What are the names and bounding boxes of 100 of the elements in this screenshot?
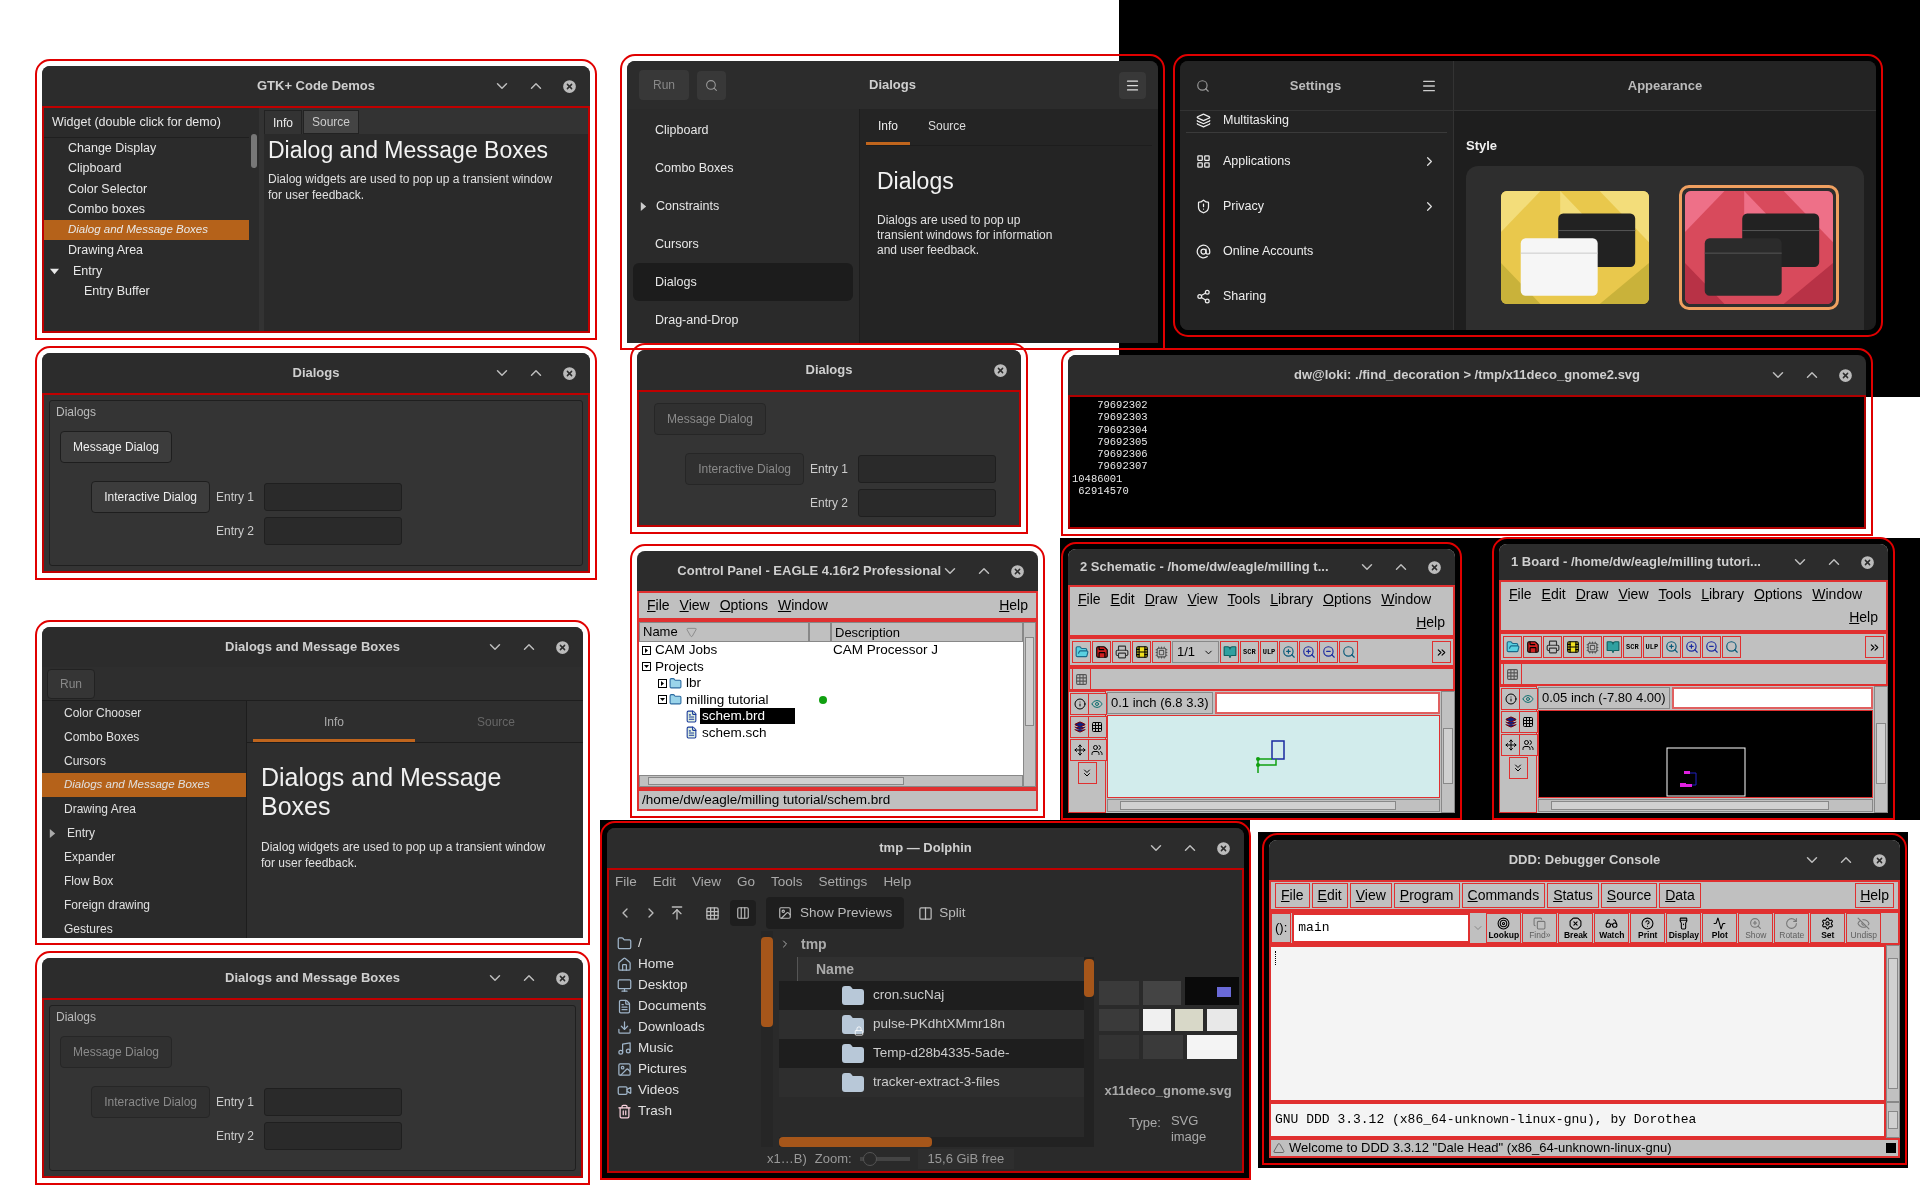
toolbar-button[interactable]: [1132, 641, 1151, 663]
menu-item[interactable]: View: [1349, 883, 1392, 908]
list-item[interactable]: Cursors: [42, 749, 246, 773]
breadcrumb[interactable]: tmp: [801, 933, 827, 955]
place-item[interactable]: Trash: [617, 1101, 761, 1122]
split-button[interactable]: Split: [914, 902, 970, 924]
expander-icon[interactable]: [658, 695, 667, 705]
tab[interactable]: Info: [866, 109, 910, 145]
menu-item[interactable]: Tools: [1654, 583, 1696, 606]
expander-icon[interactable]: [642, 645, 651, 655]
tree-item[interactable]: schem.brd: [700, 708, 796, 725]
expander-icon[interactable]: [658, 678, 667, 688]
menu-item[interactable]: Help: [995, 594, 1032, 617]
list-item[interactable]: Drawing Area: [42, 797, 246, 821]
canvas[interactable]: [1107, 715, 1440, 798]
icons-view-icon[interactable]: [705, 905, 720, 921]
menu-item[interactable]: Data: [1659, 883, 1701, 908]
menu-item[interactable]: File: [1074, 588, 1105, 611]
menu-item[interactable]: Window: [1377, 588, 1436, 611]
list-item[interactable]: Entry Buffer: [44, 281, 249, 302]
expander-icon[interactable]: [642, 662, 651, 672]
list-item[interactable]: Constraints: [633, 187, 853, 225]
tool-button[interactable]: Print: [1630, 913, 1666, 943]
place-item[interactable]: /: [617, 933, 761, 954]
list-item[interactable]: Flow Box: [42, 869, 246, 893]
toolbar-button[interactable]: [1432, 641, 1451, 663]
menu-item[interactable]: Help: [1412, 611, 1449, 634]
menu-item[interactable]: Program: [1393, 883, 1460, 908]
list-item[interactable]: Combo boxes: [44, 199, 249, 220]
search-icon[interactable]: [1196, 78, 1210, 93]
close-icon[interactable]: [992, 361, 1009, 379]
menu-item[interactable]: View: [692, 872, 722, 893]
menu-item[interactable]: Options: [715, 594, 772, 617]
place-item[interactable]: Home: [617, 954, 761, 975]
place-item[interactable]: Music: [617, 1038, 761, 1059]
scrollbar[interactable]: [1023, 622, 1036, 787]
scrollbar[interactable]: [1107, 799, 1440, 812]
menu-item[interactable]: Edit: [1537, 583, 1570, 606]
scrollbar[interactable]: [761, 931, 773, 1147]
menu-item[interactable]: Edit: [1106, 588, 1139, 611]
category-item[interactable]: Online Accounts: [1186, 242, 1447, 261]
expander-icon[interactable]: [48, 828, 57, 838]
close-icon[interactable]: [1859, 553, 1876, 571]
close-icon[interactable]: [561, 364, 578, 382]
file-row[interactable]: tracker-extract-3-files: [779, 1068, 1084, 1097]
list-item[interactable]: Clipboard: [44, 158, 249, 179]
toolbar-button[interactable]: [1092, 641, 1111, 663]
menu-item[interactable]: Draw: [1571, 583, 1613, 606]
menu-item[interactable]: File: [643, 594, 674, 617]
menu-item[interactable]: Help: [883, 872, 912, 893]
close-icon[interactable]: [1871, 851, 1888, 869]
category-item[interactable]: Applications: [1186, 152, 1447, 171]
up-icon[interactable]: [669, 905, 685, 921]
scrollbar[interactable]: [779, 1137, 1084, 1147]
scrollbar[interactable]: [1886, 945, 1900, 1102]
menu-item[interactable]: Options: [1750, 583, 1807, 606]
file-row[interactable]: pulse-PKdhtXMmr18n: [779, 1010, 1084, 1039]
close-icon[interactable]: [1009, 562, 1026, 580]
list-item[interactable]: Drag-and-Drop: [633, 301, 853, 339]
scrollbar[interactable]: [1441, 691, 1455, 813]
close-icon[interactable]: [1426, 558, 1443, 576]
menu-item[interactable]: View: [675, 594, 714, 617]
tree-item[interactable]: lbr: [684, 675, 703, 692]
tool-button[interactable]: Plot: [1702, 913, 1738, 943]
menu-item[interactable]: Edit: [652, 872, 677, 893]
menu-item[interactable]: Source: [1600, 883, 1658, 908]
scrollbar[interactable]: [1538, 799, 1873, 812]
close-icon[interactable]: [554, 969, 571, 987]
close-icon[interactable]: [561, 77, 578, 95]
scrollbar[interactable]: [249, 108, 259, 331]
list-item[interactable]: Dialog and Message Boxes: [44, 219, 249, 241]
menu-item[interactable]: View: [1614, 583, 1653, 606]
menu-item[interactable]: File: [1275, 883, 1310, 908]
list-item[interactable]: Dialogs: [633, 263, 853, 301]
toolbar-button[interactable]: [1523, 636, 1542, 658]
menu-item[interactable]: Go: [737, 872, 756, 893]
menu-item[interactable]: View: [1183, 588, 1222, 611]
toolbar-button[interactable]: [1112, 641, 1131, 663]
list-item[interactable]: Entry: [44, 260, 249, 282]
tab[interactable]: Source: [916, 109, 979, 145]
list-item[interactable]: Color Chooser: [42, 701, 246, 725]
file-row[interactable]: Temp-d28b4335-5ade-: [779, 1039, 1084, 1068]
place-item[interactable]: Documents: [617, 996, 761, 1017]
category-item[interactable]: Sharing: [1186, 287, 1447, 306]
console[interactable]: GNU DDD 3.3.12 (x86_64-unknown-linux-gnu), by Dorothea: [1269, 1102, 1886, 1138]
close-icon[interactable]: [554, 638, 571, 656]
argument-field[interactable]: main: [1292, 913, 1471, 943]
command-field[interactable]: [1671, 687, 1873, 709]
list-item[interactable]: Cursors: [633, 225, 853, 263]
column-header[interactable]: Description: [831, 622, 1023, 642]
page-combo[interactable]: 1/1: [1172, 641, 1220, 663]
canvas[interactable]: [1538, 710, 1873, 798]
dialog-button[interactable]: Message Dialog: [60, 431, 173, 463]
tab[interactable]: Info: [253, 701, 415, 742]
source-area[interactable]: [1269, 945, 1886, 1102]
menu-item[interactable]: Status: [1547, 883, 1599, 908]
toolbar-button[interactable]: [1543, 636, 1562, 658]
menu-item[interactable]: File: [615, 872, 637, 893]
list-item[interactable]: Combo Boxes: [42, 725, 246, 749]
column-header[interactable]: Name: [639, 622, 809, 642]
